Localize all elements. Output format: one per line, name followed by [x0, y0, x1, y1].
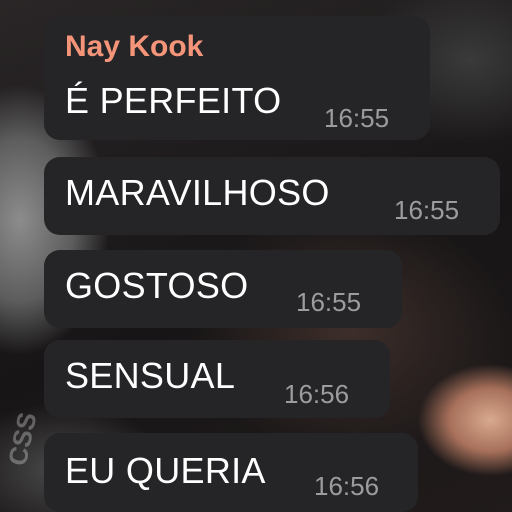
message-text: SENSUAL	[65, 355, 236, 396]
message-time: 16:55	[324, 103, 390, 133]
chat-view: CSS Nay Kook É PERFEITO 16:55 MARAVILHOS…	[0, 0, 512, 512]
message-bubble[interactable]: MARAVILHOSO 16:55	[44, 157, 500, 235]
message-bubble[interactable]: Nay Kook É PERFEITO 16:55	[44, 16, 430, 140]
message-time: 16:56	[284, 379, 350, 409]
message-bubble[interactable]: GOSTOSO 16:55	[44, 250, 402, 328]
wallpaper-text: CSS	[2, 409, 43, 469]
message-text: GOSTOSO	[65, 265, 249, 306]
message-bubble[interactable]: SENSUAL 16:56	[44, 340, 390, 418]
message-time: 16:55	[296, 287, 362, 317]
message-time: 16:56	[314, 471, 380, 501]
message-time: 16:55	[394, 195, 460, 225]
message-text: É PERFEITO	[65, 80, 282, 121]
message-text: MARAVILHOSO	[65, 172, 330, 213]
message-text: EU QUERIA	[65, 450, 266, 491]
message-bubble[interactable]: EU QUERIA 16:56	[44, 433, 418, 512]
sender-name[interactable]: Nay Kook	[65, 30, 203, 64]
